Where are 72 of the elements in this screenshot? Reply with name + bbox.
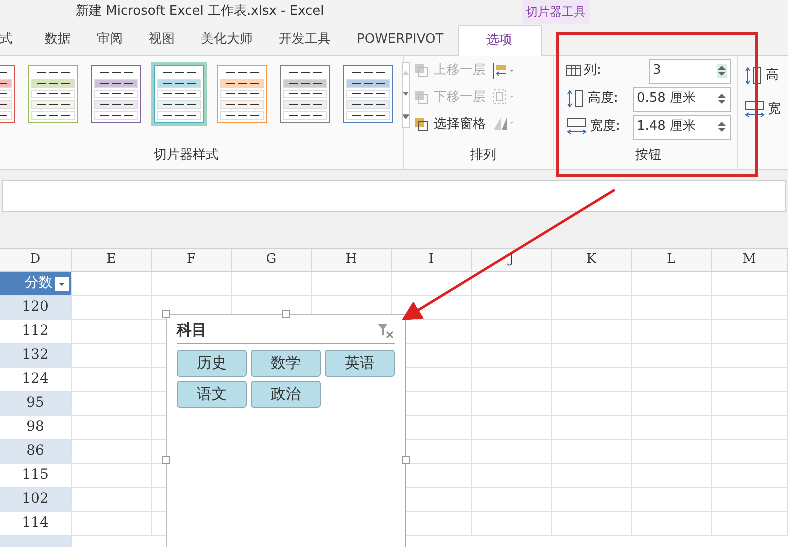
slicer-handle[interactable] [282,310,290,318]
ribbon-tab[interactable]: POWERPIVOT [345,24,456,55]
column-header[interactable]: E [72,249,152,271]
layer-icon [414,63,430,79]
width-icon [744,100,766,120]
slicer-style-thumbnail[interactable] [25,62,81,126]
ribbon-tab[interactable]: 数据 [33,24,83,55]
slicer-style-thumbnail[interactable] [277,62,333,126]
table-cell: 86 [0,440,72,463]
slicer-panel[interactable]: 科目 历史 数学 英语 语文 政治 [166,314,406,547]
slicer-style-thumbnail[interactable] [214,62,270,126]
slicer-item[interactable]: 政治 [251,381,321,408]
column-header[interactable]: I [392,249,472,271]
column-header[interactable]: F [152,249,232,271]
slicer-item[interactable]: 历史 [177,350,247,377]
slicer-style-thumbnail[interactable] [88,62,144,126]
column-header[interactable]: D [0,249,72,271]
slicer-item[interactable]: 数学 [251,350,321,377]
table-icon [566,65,582,77]
scroll-down-icon[interactable] [403,92,409,96]
group-label: 切片器样式 [154,146,219,164]
header-text: 分数 [25,274,53,293]
slicer-handle[interactable] [162,310,170,318]
slicer-style-thumbnail[interactable] [340,62,396,126]
slicer-item[interactable]: 语文 [177,381,247,408]
align-icon[interactable] [492,62,516,80]
height-icon [566,89,586,109]
width-icon [566,117,588,137]
group-label: 按钮 [636,146,662,164]
group-label: 排列 [470,146,496,164]
table-cell: 102 [0,488,72,511]
size-button[interactable]: 宽 [744,100,781,120]
spin-field[interactable]: 1.48 厘米 [633,114,731,140]
slicer-handle[interactable] [402,456,410,464]
size-button[interactable]: 高 [744,66,781,86]
column-header[interactable]: K [552,249,632,271]
dropdown-icon[interactable] [55,276,69,290]
column-header[interactable]: L [632,249,712,271]
ribbon-tab[interactable]: 审阅 [85,24,135,55]
filter-header-cell[interactable]: 分数 [0,272,72,295]
column-header[interactable]: H [312,249,392,271]
column-header[interactable]: M [712,249,788,271]
table-cell: 132 [0,344,72,367]
expand-gallery-icon[interactable] [403,112,409,119]
height-icon [744,66,764,86]
spin-field[interactable]: 0.58 厘米 [633,86,731,112]
ribbon-tab[interactable]: 选项 [458,25,542,56]
slicer-handle[interactable] [162,456,170,464]
spinner-arrows-icon[interactable] [717,120,727,134]
ribbon-tab[interactable]: 美化大师 [189,24,265,55]
table-cell: 95 [0,392,72,415]
layer-icon [414,117,430,133]
arrange-button[interactable]: 选择窗格 [414,114,486,136]
slicer-style-thumbnail[interactable] [151,62,207,126]
ribbon-tab[interactable]: 开发工具 [267,24,343,55]
contextual-tab-label: 切片器工具 [522,0,590,24]
field-label: 宽度: [590,118,620,136]
gallery-scroll-bar[interactable] [402,62,410,128]
slicer-item[interactable]: 英语 [325,350,395,377]
layer-icon [414,90,430,106]
field-label: 列: [584,62,602,80]
slicer-title: 科目 [177,320,207,342]
column-header[interactable]: G [232,249,312,271]
spinner-arrows-icon[interactable] [717,64,727,78]
table-cell: 120 [0,296,72,319]
spinner-arrows-icon[interactable] [717,92,727,106]
clear-filter-icon[interactable] [377,322,395,338]
spin-field[interactable]: 3 [649,58,731,84]
window-title: 新建 Microsoft Excel 工作表.xlsx - Excel [76,3,324,21]
field-label: 高度: [588,90,618,108]
ribbon-tab[interactable]: 视图 [137,24,187,55]
ribbon-tab[interactable]: 式 [0,24,31,55]
